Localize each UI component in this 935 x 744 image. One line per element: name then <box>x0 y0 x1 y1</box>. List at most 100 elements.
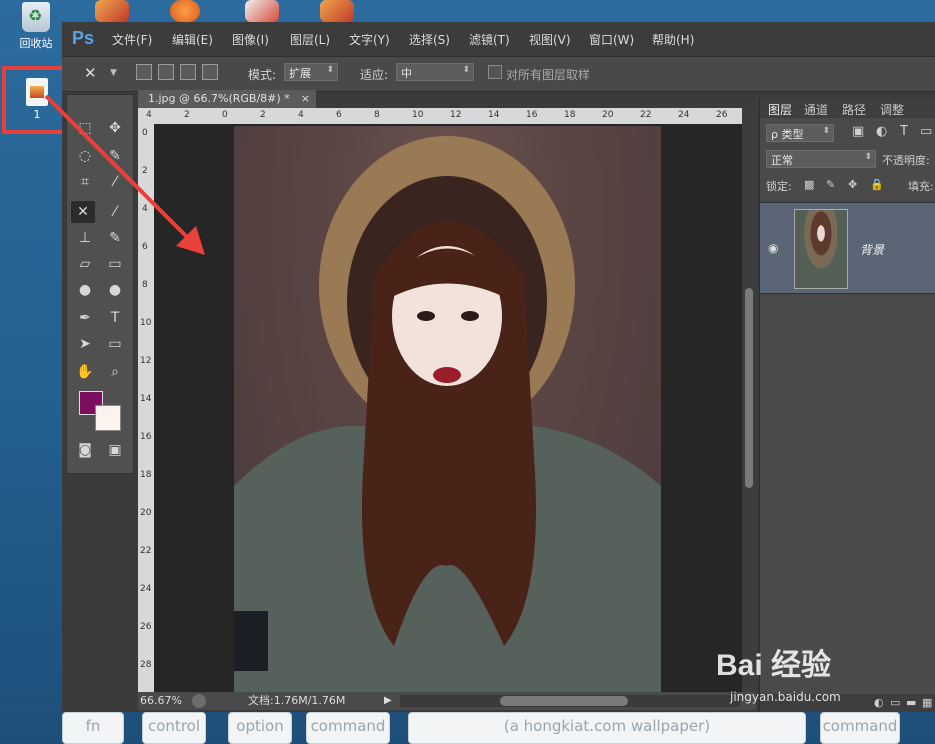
ruler-tick: 26 <box>716 110 728 120</box>
new-selection-button[interactable] <box>136 64 152 80</box>
ruler-tick: 18 <box>140 470 152 480</box>
ruler-tick: 10 <box>412 110 424 120</box>
keycap-control: control <box>142 712 206 744</box>
content-aware-move-icon[interactable]: ✕ <box>84 64 97 82</box>
subtract-selection-button[interactable] <box>180 64 196 80</box>
menu-view[interactable]: 视图(V) <box>529 31 571 48</box>
delete-layer-icon[interactable]: ▦ <box>922 696 932 709</box>
close-icon[interactable]: × <box>301 90 310 108</box>
ruler-tick: 8 <box>374 110 380 120</box>
screen-mode-icon[interactable]: ▣ <box>103 439 127 461</box>
ruler-tick: 22 <box>640 110 652 120</box>
sample-all-label: 对所有图层取样 <box>506 68 591 82</box>
menu-edit[interactable]: 编辑(E) <box>172 31 213 48</box>
quick-mask-icon[interactable]: ◙ <box>73 439 97 461</box>
group-icon[interactable]: ▭ <box>890 696 900 709</box>
recycle-bin-label: 回收站 <box>19 37 53 50</box>
ruler-tick: 24 <box>678 110 690 120</box>
scrollbar-thumb[interactable] <box>500 696 628 706</box>
tab-paths[interactable]: 路径 <box>842 101 866 118</box>
hand-tool-icon[interactable]: ✋ <box>73 361 97 383</box>
adapt-select[interactable]: 中 <box>396 63 474 81</box>
intersect-selection-button[interactable] <box>202 64 218 80</box>
blend-mode-select[interactable]: 正常 <box>766 150 876 168</box>
adjustment-layer-icon[interactable]: ◐ <box>874 696 884 709</box>
ruler-tick: 2 <box>260 110 266 120</box>
type-tool-icon[interactable]: T <box>103 307 127 329</box>
tab-adjustments[interactable]: 调整 <box>880 101 904 118</box>
folder-icon[interactable]: ▬ <box>906 696 916 709</box>
options-bar: ✕ ▼ 模式: 扩展 适应: 中 对所有图层取样 <box>62 56 935 92</box>
zoom-tool-icon[interactable]: ⌕ <box>103 361 127 383</box>
filter-pixel-icon[interactable]: ▣ <box>852 124 864 139</box>
ruler-tick: 12 <box>450 110 462 120</box>
lock-pixels-icon[interactable]: ▩ <box>804 178 814 191</box>
ruler-tick: 8 <box>142 280 148 290</box>
path-select-tool-icon[interactable]: ➤ <box>73 333 97 355</box>
menu-select[interactable]: 选择(S) <box>409 31 450 48</box>
layer-filter-select[interactable]: ρ 类型 <box>766 124 834 142</box>
filter-adjust-icon[interactable]: ◐ <box>876 124 887 139</box>
mode-select[interactable]: 扩展 <box>284 63 338 81</box>
status-bar: 66.67% 文档:1.76M/1.76M ▶ <box>138 692 756 710</box>
recycle-bin-icon[interactable]: 回收站 <box>14 2 58 51</box>
status-arrow-icon[interactable]: ▶ <box>384 692 392 710</box>
app-shortcut-icon[interactable] <box>245 0 279 22</box>
menu-bar: Ps 文件(F) 编辑(E) 图像(I) 图层(L) 文字(Y) 选择(S) 滤… <box>62 22 935 56</box>
layer-name[interactable]: 背景 <box>860 241 884 258</box>
lock-label: 锁定: <box>766 180 792 193</box>
menu-filter[interactable]: 滤镜(T) <box>469 31 510 48</box>
lock-move-icon[interactable]: ✥ <box>848 178 857 191</box>
background-color-swatch[interactable] <box>95 405 121 431</box>
app-shortcut-icon[interactable] <box>170 0 200 22</box>
filter-type-icon[interactable]: T <box>900 124 908 139</box>
ruler-tick: 22 <box>140 546 152 556</box>
portrait-image <box>234 136 661 692</box>
tab-channels[interactable]: 通道 <box>804 101 828 118</box>
horizontal-ruler: 4 2 0 2 4 6 8 10 12 14 16 18 20 22 24 26 <box>138 108 742 125</box>
menu-image[interactable]: 图像(I) <box>232 31 269 48</box>
ruler-tick: 6 <box>336 110 342 120</box>
eye-icon[interactable]: ◉ <box>768 241 778 255</box>
lock-all-icon[interactable]: 🔒 <box>870 178 884 191</box>
menu-layer[interactable]: 图层(L) <box>290 31 330 48</box>
scrollbar-thumb[interactable] <box>745 288 753 488</box>
ruler-tick: 20 <box>140 508 152 518</box>
document-size: 文档:1.76M/1.76M <box>248 694 346 707</box>
menu-window[interactable]: 窗口(W) <box>589 31 634 48</box>
dodge-tool-icon[interactable]: ● <box>103 279 127 301</box>
ruler-tick: 0 <box>222 110 228 120</box>
opacity-label: 不透明度: <box>882 154 930 167</box>
ps-logo: Ps <box>72 28 95 48</box>
photo[interactable] <box>234 126 661 692</box>
tab-layers[interactable]: 图层 <box>768 101 792 118</box>
pen-tool-icon[interactable]: ✒ <box>73 307 97 329</box>
filter-shape-icon[interactable]: ▭ <box>920 124 932 139</box>
menu-type[interactable]: 文字(Y) <box>349 31 390 48</box>
ruler-tick: 14 <box>140 394 152 404</box>
app-shortcut-icon[interactable] <box>95 0 129 22</box>
ruler-tick: 4 <box>298 110 304 120</box>
ruler-tick: 24 <box>140 584 152 594</box>
sample-all-checkbox[interactable] <box>488 65 502 79</box>
keycap-command: command <box>306 712 390 744</box>
keycap-option: option <box>228 712 292 744</box>
zoom-level[interactable]: 66.67% <box>140 692 182 710</box>
baidu-watermark: Bai 经验 <box>716 649 832 682</box>
horizontal-scrollbar[interactable] <box>400 695 740 707</box>
vertical-scrollbar[interactable] <box>742 108 756 692</box>
layer-row-background[interactable]: ◉ 背景 <box>760 202 935 294</box>
trash-icon <box>22 2 50 32</box>
share-icon[interactable] <box>192 694 206 708</box>
annotation-arrow <box>44 94 205 255</box>
menu-help[interactable]: 帮助(H) <box>652 31 694 48</box>
chevron-down-icon[interactable]: ▼ <box>110 68 117 86</box>
filter-label: ρ 类型 <box>771 128 804 141</box>
adapt-label: 适应: <box>360 68 389 82</box>
menu-file[interactable]: 文件(F) <box>112 31 152 48</box>
add-selection-button[interactable] <box>158 64 174 80</box>
shape-tool-icon[interactable]: ▭ <box>103 333 127 355</box>
app-shortcut-icon[interactable] <box>320 0 354 22</box>
lock-brush-icon[interactable]: ✎ <box>826 178 835 191</box>
blur-tool-icon[interactable]: ● <box>73 279 97 301</box>
